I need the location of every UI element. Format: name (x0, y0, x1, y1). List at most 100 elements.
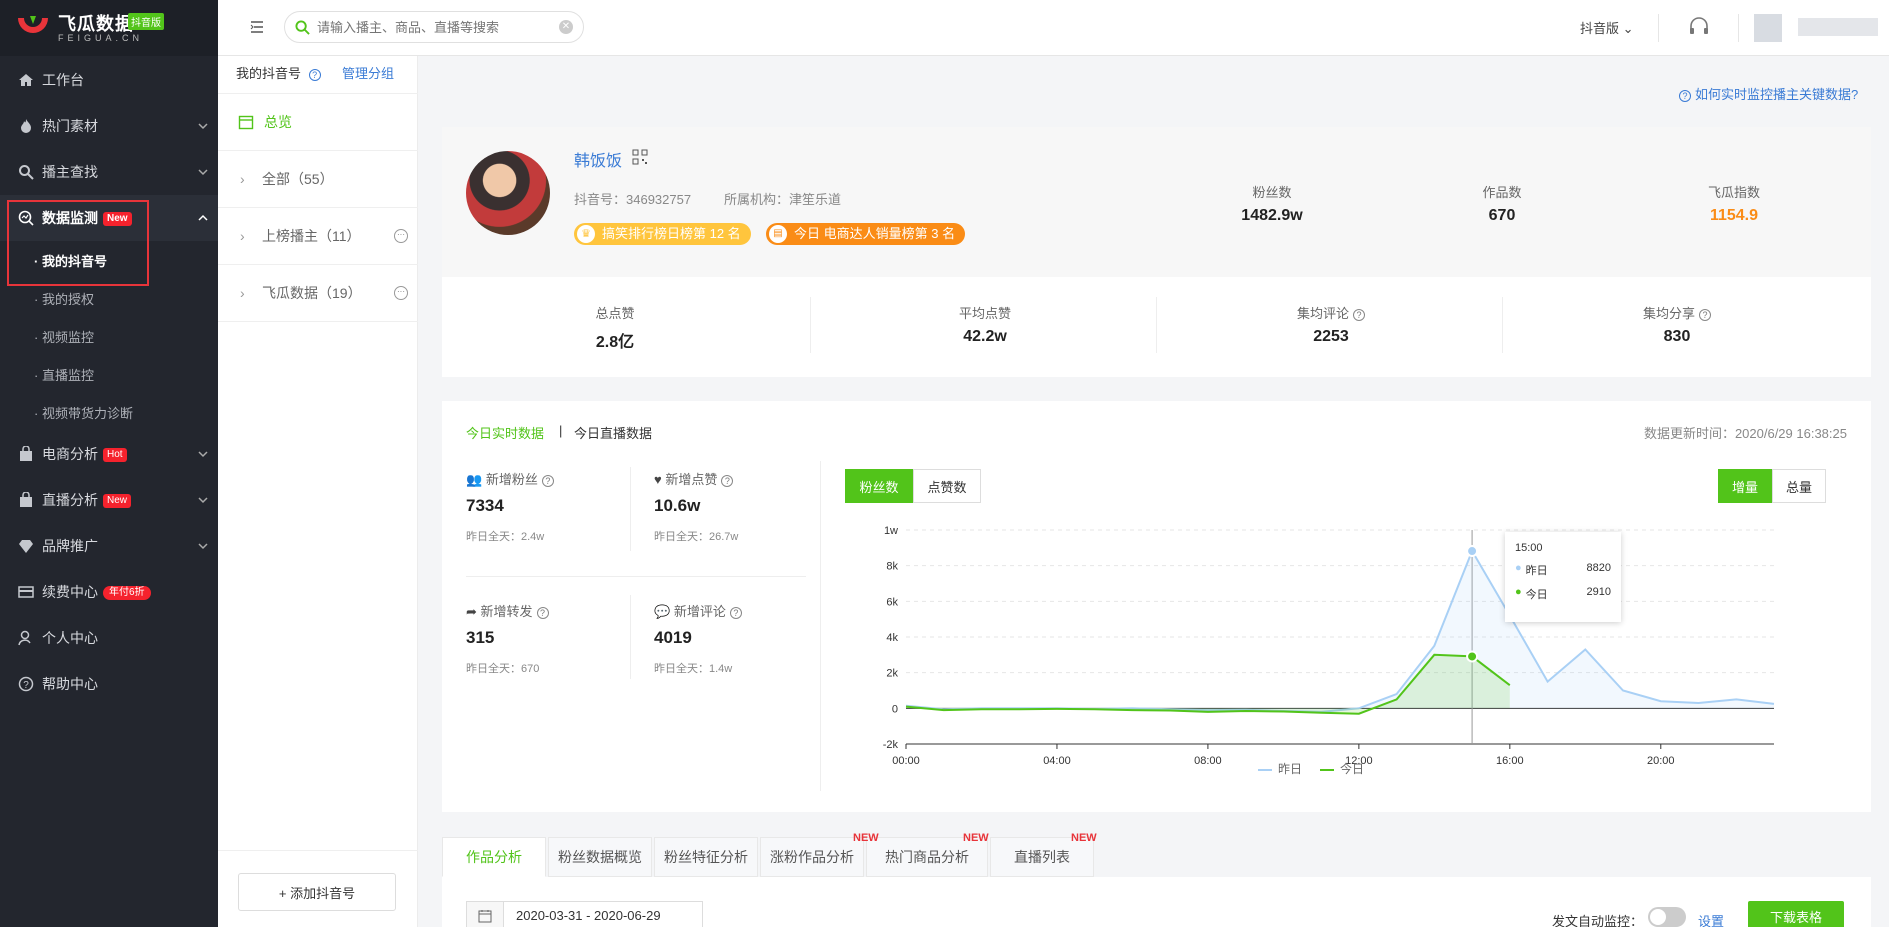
search-box[interactable]: ✕ (284, 11, 584, 43)
stat-label: 集均评论? (1158, 303, 1504, 322)
group-count: （19） (318, 285, 362, 301)
group-feigua[interactable]: › 飞瓜数据（19） ··· (218, 265, 418, 322)
logo[interactable]: 飞瓜数据 抖音版 FEIGUA.CN (0, 0, 218, 56)
help-icon[interactable]: ? (541, 474, 554, 487)
toggle-total[interactable]: 总量 (1772, 469, 1826, 503)
stat-value: 2253 (1313, 328, 1349, 345)
search-input[interactable] (317, 17, 537, 37)
help-icon[interactable]: ? (1353, 308, 1365, 321)
chart-tooltip: 15:00 ● 昨日 8820 ● 今日 2910 (1505, 532, 1621, 622)
platform-selector[interactable]: 抖音版 ⌄ (1580, 18, 1634, 37)
chevron-down-icon (198, 543, 208, 550)
help-icon[interactable]: ? (536, 606, 549, 619)
toggle-fans[interactable]: 粉丝数 (845, 469, 913, 503)
help-icon[interactable]: ? (1699, 308, 1711, 321)
subnav-live-monitor[interactable]: · 直播监控 (0, 355, 218, 393)
bag-icon (20, 446, 32, 461)
tab-live-data[interactable]: 今日直播数据 (574, 423, 652, 442)
help-icon[interactable]: ? (721, 474, 734, 487)
avatar[interactable] (1754, 14, 1782, 42)
clear-icon[interactable]: ✕ (559, 20, 573, 34)
rank-badge-ecommerce[interactable]: ▤ 今日 电商达人销量榜第 3 名 (766, 223, 966, 245)
avatar[interactable] (466, 151, 550, 235)
group-all[interactable]: › 全部（55） (218, 151, 418, 208)
profile-card: 韩饭饭 抖音号：346932757 所属机构：津笙乐道 ♛ 搞笑排行榜日榜第 1… (442, 127, 1871, 277)
x-tick-label: 08:00 (1194, 755, 1222, 767)
toggle-increment[interactable]: 增量 (1718, 469, 1772, 503)
nav-help[interactable]: ? 帮助中心 (0, 661, 218, 707)
more-icon[interactable]: ··· (394, 286, 408, 300)
menu-toggle-icon[interactable] (250, 20, 264, 34)
creator-name[interactable]: 韩饭饭 (574, 147, 622, 171)
stat-label: 飞瓜指数 (1707, 185, 1760, 200)
y-tick-label: -2k (883, 739, 899, 751)
tab-fans-growth-works[interactable]: 涨粉作品分析 (760, 837, 864, 877)
add-account-button[interactable]: + 添加抖音号 (238, 873, 396, 911)
nav-find-creator[interactable]: 播主查找 (0, 149, 218, 195)
nav-brand-promo[interactable]: 品牌推广 (0, 523, 218, 569)
headset-icon[interactable] (1688, 16, 1710, 38)
comment-icon: 💬 (654, 604, 671, 619)
calendar-button[interactable] (466, 901, 504, 927)
topbar: ✕ 抖音版 ⌄ (218, 0, 1889, 56)
nav-label: 品牌推广 (42, 538, 98, 554)
stat-value: 830 (1663, 328, 1691, 345)
subnav-video-monitor[interactable]: · 视频监控 (0, 317, 218, 355)
help-icon[interactable]: ? (729, 606, 742, 619)
share-icon: ➦ (466, 604, 477, 619)
nav-personal[interactable]: 个人中心 (0, 615, 218, 661)
nav-workbench[interactable]: 工作台 (0, 57, 218, 103)
tab-fans-overview[interactable]: 粉丝数据概览 (548, 837, 652, 877)
legend-swatch (1320, 768, 1335, 771)
legend-item-yesterday[interactable]: 昨日 (1258, 760, 1302, 777)
fans-trend-chart[interactable]: -2k02k4k6k8k1w00:00 04:00 08:00 12:00 16:00 2… (862, 520, 1820, 782)
organization: 所属机构：津笙乐道 (724, 192, 842, 207)
toggle-likes[interactable]: 点赞数 (913, 469, 981, 503)
rank-badge-funny[interactable]: ♛ 搞笑排行榜日榜第 12 名 (574, 223, 751, 245)
group-ranked[interactable]: › 上榜播主（11） ··· (218, 208, 418, 265)
settings-link[interactable]: 设置 (1698, 911, 1724, 927)
cart-icon: ▤ (769, 225, 787, 243)
help-icon[interactable]: ? (308, 68, 321, 81)
metric-value: 315 (466, 628, 495, 647)
tab-works-analysis[interactable]: 作品分析 (442, 837, 546, 877)
hot-badge: Hot (103, 448, 127, 463)
divider (1156, 297, 1157, 353)
help-link[interactable]: ? 如何实时监控播主关键数据? (1675, 84, 1858, 103)
x-tick-label: 16:00 (1496, 755, 1524, 767)
y-tick-label: 4k (886, 632, 898, 644)
subnav-video-diagnosis[interactable]: · 视频带货力诊断 (0, 393, 218, 431)
tab-realtime[interactable]: 今日实时数据 (466, 423, 544, 442)
series-area-yesterday (906, 551, 1774, 712)
chevron-right-icon: › (240, 285, 245, 301)
summary-card: 总点赞 2.8亿 平均点赞 42.2w 集均评论? 2253 集均分享? 830 (442, 277, 1871, 377)
nav-hot-material[interactable]: 热门素材 (0, 103, 218, 149)
divider (810, 297, 811, 353)
more-icon[interactable]: ··· (394, 229, 408, 243)
nav-live-analysis[interactable]: 直播分析 New (0, 477, 218, 523)
chevron-down-icon: ⌄ (1622, 21, 1634, 36)
metric-new-shares: ➦ 新增转发? 315 昨日全天：670 (466, 601, 626, 676)
live-icon (20, 492, 32, 507)
nav-renewal[interactable]: 续费中心 年付6折 (0, 569, 218, 615)
tab-fans-features[interactable]: 粉丝特征分析 (654, 837, 758, 877)
new-badge: New (103, 494, 132, 509)
stat-feigua-index: 飞瓜指数 1154.9 (1674, 182, 1794, 225)
y-tick-label: 6k (886, 596, 898, 608)
nav-ecommerce[interactable]: 电商分析 Hot (0, 431, 218, 477)
manage-groups-link[interactable]: 管理分组 (342, 63, 394, 82)
works-panel: 2020-03-31 - 2020-06-29 发文自动监控： 设置 下载表格 (442, 877, 1871, 927)
help-icon: ? (1679, 89, 1691, 102)
download-button[interactable]: 下载表格 (1748, 901, 1844, 927)
y-tick-label: 8k (886, 561, 898, 573)
auto-monitor-toggle[interactable] (1648, 907, 1686, 927)
date-range-input[interactable]: 2020-03-31 - 2020-06-29 (503, 901, 703, 927)
qrcode-icon[interactable] (632, 149, 648, 165)
overview-item[interactable]: 总览 (218, 94, 418, 151)
legend-item-today[interactable]: 今日 (1320, 760, 1364, 777)
overview-label: 总览 (264, 114, 292, 130)
username-blurred[interactable] (1798, 18, 1878, 36)
crown-icon: ♛ (577, 225, 595, 243)
svg-text:?: ? (23, 680, 29, 691)
user-icon (18, 630, 31, 646)
